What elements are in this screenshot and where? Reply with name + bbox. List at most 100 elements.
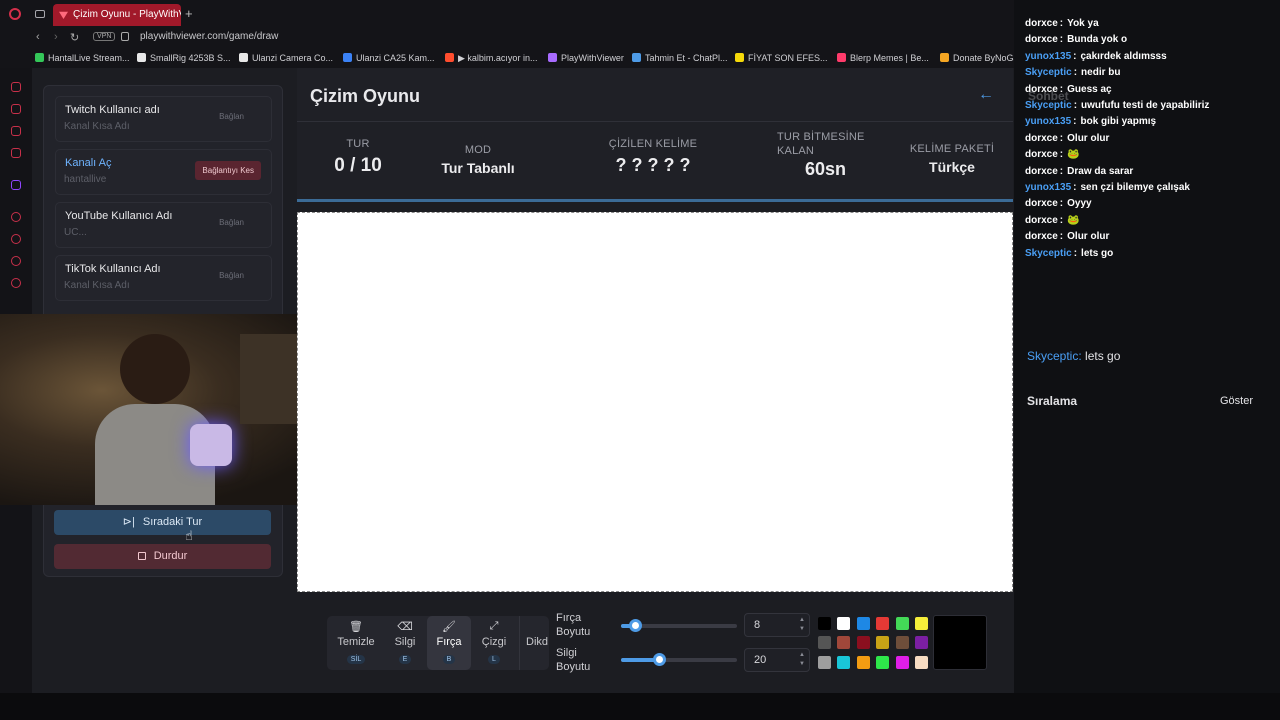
eraser-size-stepper-icon[interactable]: ▲ ▼ [799,651,805,669]
pack-value: Türkçe [929,159,975,175]
sidebar-clock-icon[interactable] [11,234,21,244]
eraser-size-input[interactable]: 20 ▲ ▼ [744,648,810,672]
color-swatch[interactable] [895,655,909,669]
chat-username[interactable]: yunox135 [1025,116,1071,127]
color-swatch[interactable] [818,636,831,650]
chat-username[interactable]: yunox135 [1025,182,1071,193]
line-tool-button[interactable]: ⤢ Çizgi L [473,616,515,670]
chat-username[interactable]: dorxce [1025,198,1058,209]
chat-username[interactable]: Skyceptic [1025,248,1072,259]
color-swatch[interactable] [818,617,831,630]
clear-tool-button[interactable]: 🗑 Temizle SİL [333,616,379,670]
eraser-size-slider[interactable] [621,653,737,666]
forward-icon[interactable]: › [54,31,58,43]
brush-size-stepper-icon[interactable]: ▲ ▼ [799,616,805,634]
bookmark-item[interactable]: Tahmin Et - ChatPl... [632,53,728,63]
sidebar-messenger-icon[interactable] [11,126,21,136]
chat-username[interactable]: dorxce [1025,215,1058,226]
bookmark-item[interactable]: FİYAT SON EFES... [735,53,828,63]
opera-logo-icon[interactable] [9,8,21,20]
color-swatch[interactable] [915,636,928,650]
color-swatch[interactable] [837,617,851,630]
url-field[interactable]: playwithviewer.com/game/draw [140,31,278,42]
active-tab[interactable]: Çizim Oyunu - PlayWithVie [53,4,181,26]
bookmark-item[interactable]: Ulanzi CA25 Kam... [343,53,435,63]
next-round-button[interactable]: ⊳| Sıradaki Tur [54,510,271,535]
chat-username[interactable]: dorxce [1025,149,1058,160]
color-swatch[interactable] [915,617,928,630]
rectangle-tool-button[interactable]: Dikd [519,616,549,670]
chat-username[interactable]: dorxce [1025,133,1058,144]
chat-username[interactable]: yunox135 [1025,51,1071,62]
last-message: Skyceptic: lets go [1027,349,1120,363]
tab-menu-icon[interactable] [35,10,45,18]
brush-size-slider[interactable] [621,619,737,632]
chat-message: dorxce: Oyyy [1025,198,1092,209]
chat-message: yunox135: bok gibi yapmış [1025,116,1156,127]
bookmark-item[interactable]: SmallRig 4253B S... [137,53,231,63]
stop-button[interactable]: Durdur [54,544,271,569]
sidebar-history-icon[interactable] [11,82,21,92]
color-swatch[interactable] [818,655,831,669]
last-message-text: lets go [1085,349,1121,363]
color-swatch[interactable] [876,655,890,669]
sidebar-settings-icon[interactable] [11,278,21,288]
mouse-cursor-icon: ☝ [185,528,193,543]
sidebar-cube-icon[interactable] [11,256,21,266]
chat-username[interactable]: dorxce [1025,231,1058,242]
bookmark-item[interactable]: HantalLive Stream... [35,53,130,63]
bookmark-label: Ulanzi Camera Co... [252,53,334,63]
color-swatch[interactable] [856,655,870,669]
tiktok-connect-button[interactable]: Bağlan [219,271,244,280]
sidebar-twitch-icon[interactable] [11,180,21,190]
brush-size-input[interactable]: 8 ▲ ▼ [744,613,810,637]
tiktok-account-field[interactable]: TikTok Kullanıcı Adı Kanal Kısa Adı Bağl… [55,255,272,301]
color-swatch[interactable] [895,636,909,650]
brush-size-handle[interactable] [628,619,642,632]
lock-icon [121,32,129,41]
bookmark-item[interactable]: Blerp Memes | Be... [837,53,929,63]
reload-icon[interactable]: ↻ [70,31,79,44]
chat-message: dorxce: Yok ya [1025,18,1099,29]
back-arrow-icon[interactable]: ← [978,86,994,104]
bookmark-item[interactable]: Ulanzi Camera Co... [239,53,333,63]
vpn-badge[interactable]: VPN [93,32,116,41]
chat-username[interactable]: dorxce [1025,34,1058,45]
tiktok-account-placeholder: Kanal Kısa Adı [64,280,130,291]
brush-tool-button[interactable]: 🖌 Fırça B [427,616,471,670]
ranking-title: Sıralama [1027,394,1078,408]
bookmark-favicon-icon [445,53,454,62]
kick-account-title[interactable]: Kanalı Aç [65,157,111,169]
new-tab-icon[interactable]: + [185,6,193,21]
chat-username[interactable]: dorxce [1025,166,1058,177]
eraser-tool-button[interactable]: ⌫ Silgi E [383,616,427,670]
stop-label: Durdur [153,550,188,562]
chat-username[interactable]: Skyceptic [1025,67,1072,78]
sidebar-instagram-icon[interactable] [11,148,21,158]
twitch-account-field[interactable]: Twitch Kullanıcı adı Kanal Kısa Adı Bağl… [55,96,272,142]
color-swatch[interactable] [837,636,851,650]
color-swatch[interactable] [856,617,870,630]
youtube-connect-button[interactable]: Bağlan [219,218,244,227]
color-swatch[interactable] [837,655,851,669]
chat-username[interactable]: dorxce [1025,18,1058,29]
drawing-canvas[interactable] [297,212,1013,592]
disconnect-button[interactable]: Bağlantıyı Kes [195,161,261,180]
kick-account-field[interactable]: Kanalı Aç hantallive Bağlantıyı Kes [55,149,272,195]
color-swatch[interactable] [895,617,909,630]
sidebar-bag-icon[interactable] [11,104,21,114]
streamer-head [120,334,190,404]
color-swatch[interactable] [876,617,890,630]
youtube-account-field[interactable]: YouTube Kullanıcı Adı UC... Bağlan [55,202,272,248]
back-icon[interactable]: ‹ [36,31,40,43]
color-swatch[interactable] [876,636,890,650]
selected-color-preview[interactable] [933,615,987,670]
bookmark-item[interactable]: PlayWithViewer [548,53,624,63]
twitch-connect-button[interactable]: Bağlan [219,112,244,121]
sidebar-player-icon[interactable] [11,212,21,222]
bookmark-item[interactable]: ▶ kalbim.acıyor in... [445,53,537,64]
color-swatch[interactable] [915,655,928,669]
rectangle-tool-icon-slot [520,620,549,634]
color-swatch[interactable] [856,636,870,650]
show-ranking-button[interactable]: Göster [1220,395,1253,407]
